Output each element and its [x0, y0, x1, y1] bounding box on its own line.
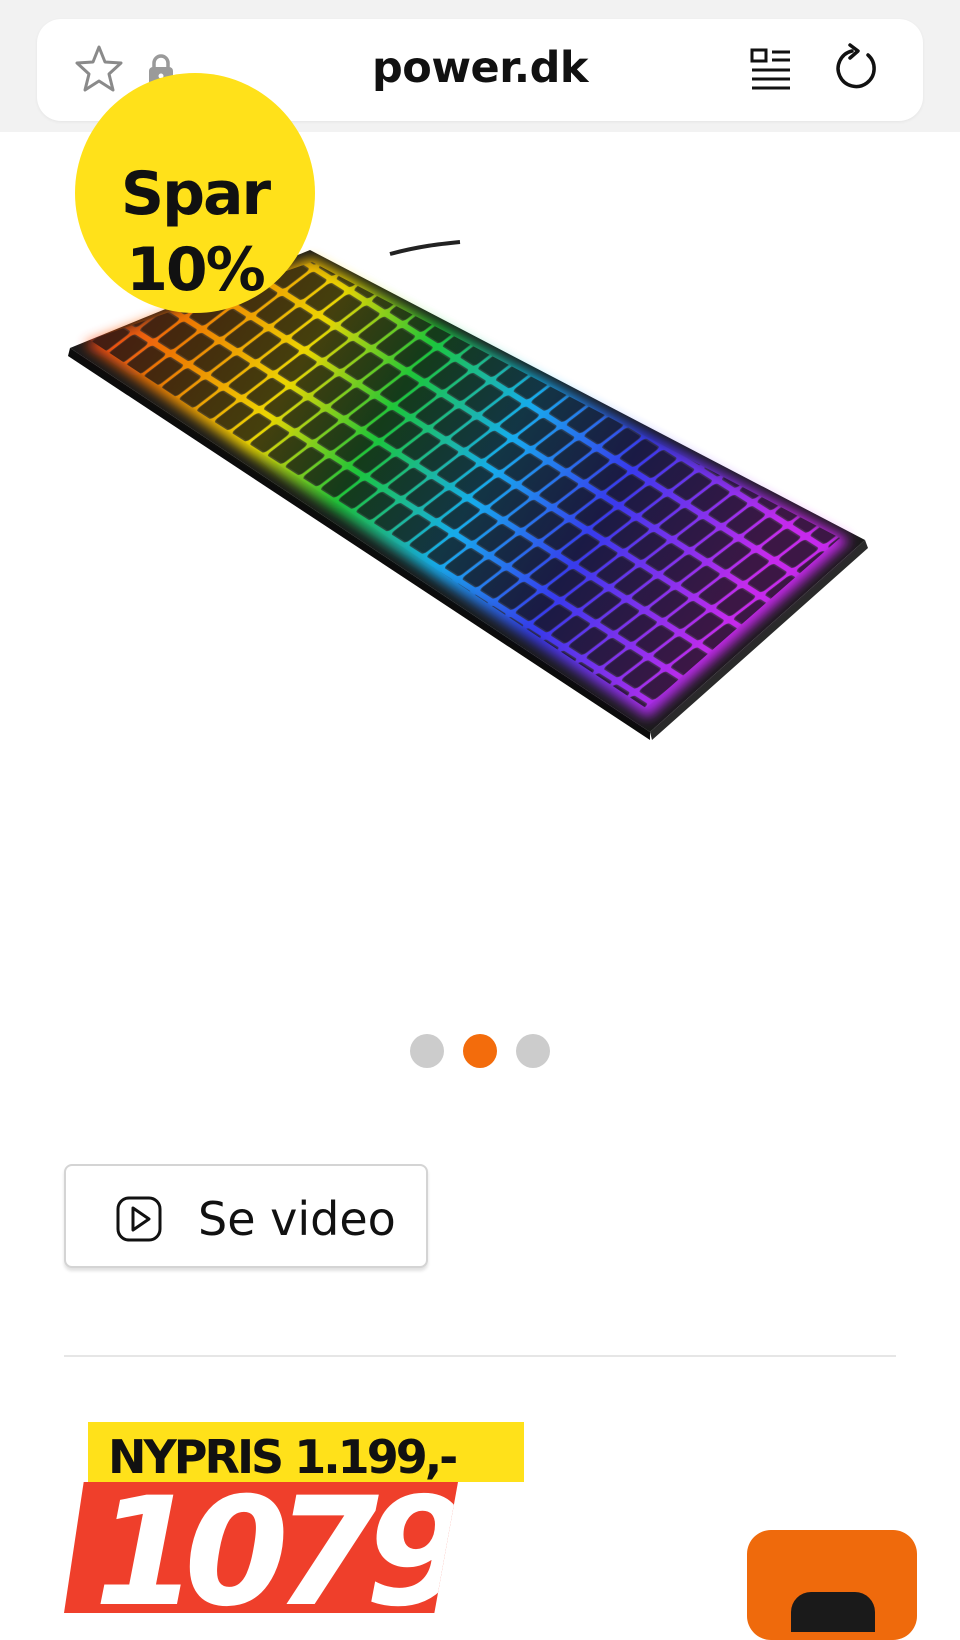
watch-video-button[interactable]: Se video [64, 1164, 428, 1268]
section-divider [64, 1355, 896, 1357]
carousel-dot-3[interactable] [516, 1034, 550, 1068]
new-price-tag: NYPRIS 1.199,- [88, 1422, 524, 1482]
discount-badge: Spar 10% [75, 73, 315, 313]
price-box: 1079 [64, 1482, 458, 1613]
product-image[interactable] [60, 240, 900, 760]
carousel-dot-2-active[interactable] [463, 1034, 497, 1068]
price-value: 1079 [94, 1482, 458, 1613]
watch-video-label: Se video [198, 1192, 396, 1246]
new-price-label: NYPRIS 1.199,- [108, 1430, 458, 1482]
badge-label: Spar [120, 159, 271, 229]
reload-icon[interactable] [832, 43, 880, 93]
badge-percent: 10% [126, 235, 266, 305]
play-icon [116, 1196, 162, 1242]
cart-icon [791, 1592, 875, 1632]
carousel-dot-1[interactable] [410, 1034, 444, 1068]
carousel-indicator [0, 1034, 960, 1070]
add-to-cart-button[interactable] [747, 1530, 917, 1640]
reader-view-icon[interactable] [750, 47, 792, 91]
